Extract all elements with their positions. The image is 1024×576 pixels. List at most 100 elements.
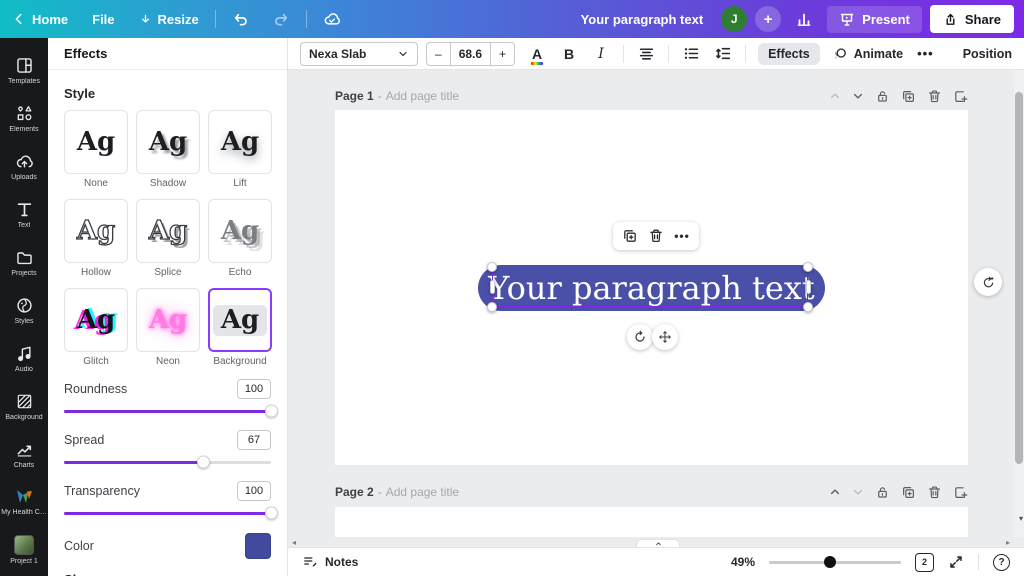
move-page-down-icon[interactable] (852, 90, 864, 102)
add-member-button[interactable]: + (755, 6, 781, 32)
style-echo[interactable]: Ag Echo (208, 199, 272, 278)
transparency-value[interactable]: 100 (237, 481, 271, 501)
file-menu[interactable]: File (80, 0, 126, 38)
share-button[interactable]: Share (930, 5, 1014, 33)
color-swatch[interactable] (245, 533, 271, 559)
resize-menu[interactable]: Resize (127, 0, 211, 38)
lock-page-icon[interactable] (875, 89, 890, 104)
page-1-name[interactable]: Page 1 (335, 89, 374, 103)
font-size-value[interactable]: 68.6 (450, 43, 491, 65)
text-color-button[interactable]: A (527, 42, 547, 66)
alignment-button[interactable] (636, 42, 656, 66)
font-selector[interactable]: Nexa Slab (300, 42, 418, 66)
effects-button-active[interactable]: Effects (758, 43, 820, 65)
font-size-increase[interactable]: + (491, 43, 514, 65)
page-2-canvas[interactable] (335, 507, 968, 537)
slider-thumb[interactable] (265, 405, 278, 418)
sidebar-item-uploads[interactable]: Uploads (0, 143, 48, 189)
fullscreen-icon[interactable] (948, 554, 964, 570)
duplicate-element-button[interactable] (619, 225, 641, 247)
delete-page-icon[interactable] (927, 485, 942, 500)
style-lift[interactable]: Ag Lift (208, 110, 272, 189)
style-none[interactable]: Ag None (64, 110, 128, 189)
collapse-bottom-panel-tab[interactable] (636, 539, 680, 547)
sidebar-item-project-1[interactable]: Project 1 (0, 527, 48, 573)
sidebar-item-text[interactable]: Text (0, 191, 48, 237)
page-1-title-placeholder[interactable]: Add page title (386, 89, 459, 103)
undo-button[interactable] (220, 0, 261, 38)
zoom-level[interactable]: 49% (731, 555, 755, 569)
resize-handle-sw[interactable] (487, 302, 497, 312)
recommended-pages-button[interactable] (974, 268, 1002, 296)
avatar[interactable]: J (721, 6, 747, 32)
page-2-title-placeholder[interactable]: Add page title (386, 485, 459, 499)
style-splice[interactable]: Ag Splice (136, 199, 200, 278)
style-glitch[interactable]: Ag Glitch (64, 288, 128, 367)
roundness-value[interactable]: 100 (237, 379, 271, 399)
present-button[interactable]: Present (827, 6, 922, 33)
sidebar-item-background[interactable]: Background (0, 383, 48, 429)
zoom-slider[interactable] (769, 556, 901, 568)
scrollbar-thumb[interactable] (1015, 92, 1023, 464)
add-page-icon[interactable] (953, 89, 968, 104)
sidebar-item-templates[interactable]: Templates (0, 47, 48, 93)
grid-view-button[interactable]: 2 (915, 553, 934, 572)
sidebar-item-my-health-app[interactable]: My Health C… (0, 479, 48, 525)
position-button[interactable]: Position (963, 47, 1012, 61)
back-button[interactable]: Home (0, 0, 80, 38)
sidebar-item-elements[interactable]: Elements (0, 95, 48, 141)
vertical-scrollbar[interactable]: ▾ (1014, 70, 1024, 537)
save-status-button[interactable] (311, 0, 353, 38)
italic-button[interactable]: I (591, 42, 611, 66)
redo-button[interactable] (261, 0, 302, 38)
animate-button[interactable]: Animate (832, 46, 903, 62)
resize-handle-ne[interactable] (803, 262, 813, 272)
move-page-down-icon[interactable] (852, 486, 864, 498)
page-1-canvas[interactable]: Your paragraph text ••• (335, 110, 968, 465)
delete-element-button[interactable] (645, 225, 667, 247)
move-page-up-icon[interactable] (829, 90, 841, 102)
zoom-slider-thumb[interactable] (824, 556, 836, 568)
transparency-slider[interactable] (64, 506, 271, 520)
resize-handle-east[interactable] (806, 280, 811, 294)
rotate-handle[interactable] (627, 324, 653, 350)
style-neon[interactable]: Ag Neon (136, 288, 200, 367)
list-button[interactable] (681, 42, 701, 66)
spacing-button[interactable] (713, 42, 733, 66)
more-options-button[interactable]: ••• (917, 46, 934, 61)
canvas-area: Page 1 - Add page title Your paragraph t… (288, 70, 1024, 547)
duplicate-page-icon[interactable] (901, 485, 916, 500)
duplicate-page-icon[interactable] (901, 89, 916, 104)
style-hollow[interactable]: Ag Hollow (64, 199, 128, 278)
page-2-name[interactable]: Page 2 (335, 485, 374, 499)
bold-button[interactable]: B (559, 42, 579, 66)
spread-value[interactable]: 67 (237, 430, 271, 450)
insights-button[interactable] (789, 0, 819, 38)
sidebar-item-projects[interactable]: Projects (0, 239, 48, 285)
slider-thumb[interactable] (265, 507, 278, 520)
add-page-icon[interactable] (953, 485, 968, 500)
element-more-button[interactable]: ••• (671, 225, 693, 247)
scroll-down-arrow[interactable]: ▾ (1019, 514, 1023, 523)
notes-button[interactable]: Notes (302, 554, 358, 570)
spread-slider[interactable] (64, 455, 271, 469)
roundness-slider[interactable] (64, 404, 271, 418)
delete-page-icon[interactable] (927, 89, 942, 104)
sidebar-item-styles[interactable]: Styles (0, 287, 48, 333)
lock-page-icon[interactable] (875, 485, 890, 500)
resize-handle-se[interactable] (803, 302, 813, 312)
document-title[interactable]: Your paragraph text (581, 12, 704, 27)
style-background[interactable]: Ag Background (208, 288, 272, 367)
help-button[interactable]: ? (993, 554, 1010, 571)
scroll-left-arrow[interactable]: ◂ (292, 538, 296, 547)
slider-thumb[interactable] (197, 456, 210, 469)
resize-handle-west[interactable] (490, 280, 495, 294)
sidebar-item-audio[interactable]: Audio (0, 335, 48, 381)
scroll-right-arrow[interactable]: ▸ (1006, 538, 1010, 547)
resize-handle-nw[interactable] (487, 262, 497, 272)
font-size-decrease[interactable]: – (427, 43, 450, 65)
sidebar-item-charts[interactable]: Charts (0, 431, 48, 477)
move-page-up-icon[interactable] (829, 486, 841, 498)
style-shadow[interactable]: Ag Shadow (136, 110, 200, 189)
move-handle[interactable] (652, 324, 678, 350)
